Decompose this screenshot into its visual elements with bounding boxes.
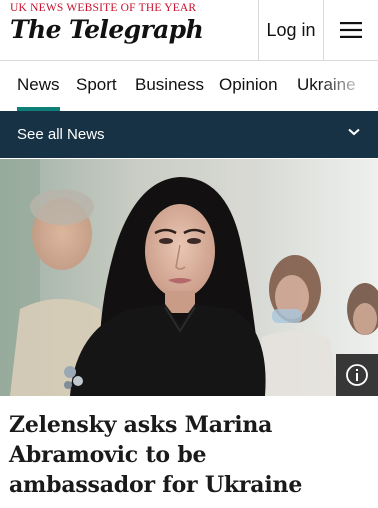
hero-photo [0, 159, 378, 396]
article-hero-image[interactable] [0, 159, 378, 396]
see-all-news-label: See all News [17, 126, 105, 143]
article-headline[interactable]: Zelensky asks Marina Abramovic to be amb… [9, 410, 359, 500]
brand[interactable]: UK NEWS WEBSITE OF THE YEAR The Telegrap… [10, 2, 204, 44]
section-nav: News Sport Business Opinion Ukraine [0, 61, 378, 111]
image-info-button[interactable] [336, 354, 378, 396]
nav-fade [318, 61, 378, 111]
chevron-down-icon [348, 128, 360, 136]
telegraph-logo[interactable]: The Telegraph [10, 15, 204, 44]
nav-item-business[interactable]: Business [135, 75, 204, 95]
nav-item-sport[interactable]: Sport [76, 75, 117, 95]
nav-item-news[interactable]: News [17, 75, 60, 111]
tagline: UK NEWS WEBSITE OF THE YEAR [10, 2, 197, 14]
login-button[interactable]: Log in [258, 0, 323, 60]
hamburger-menu-icon [340, 22, 362, 38]
site-header: UK NEWS WEBSITE OF THE YEAR The Telegrap… [0, 0, 378, 61]
info-icon [346, 364, 368, 386]
nav-item-opinion[interactable]: Opinion [219, 75, 278, 95]
menu-button[interactable] [323, 0, 378, 60]
see-all-news-bar[interactable]: See all News [0, 111, 378, 158]
